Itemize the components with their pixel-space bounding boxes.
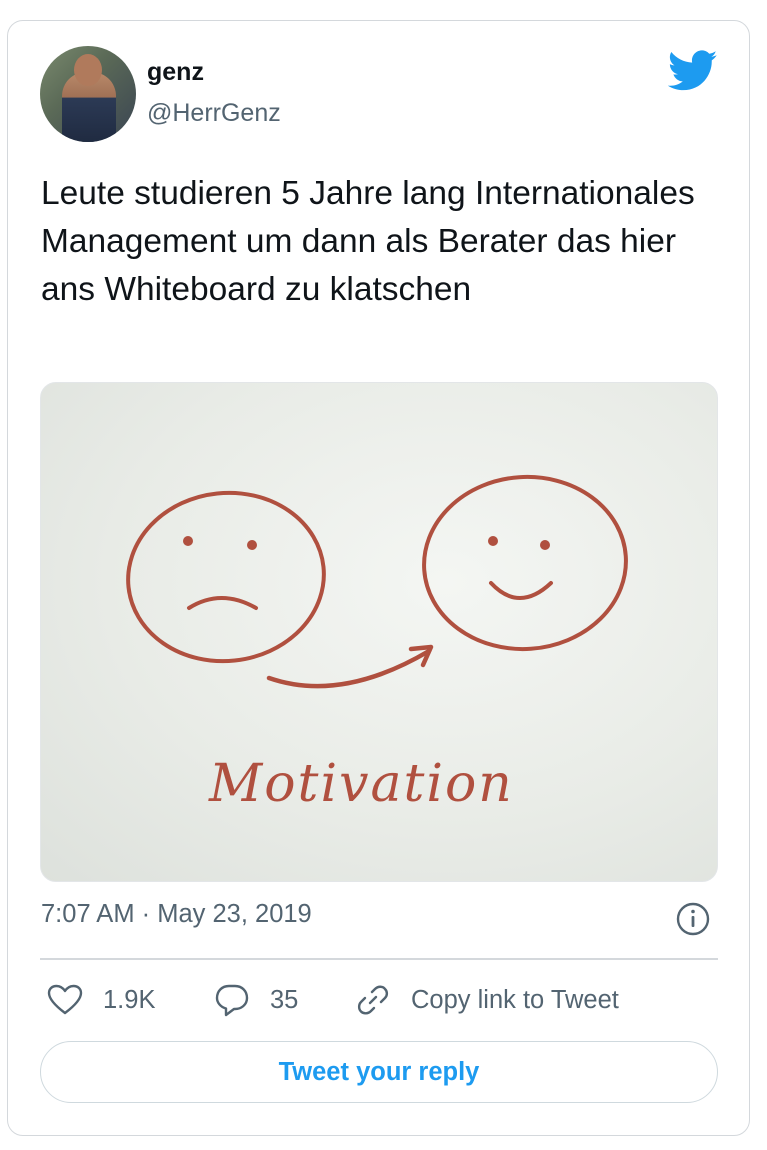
heart-icon — [47, 984, 83, 1015]
speech-bubble-icon — [215, 984, 249, 1017]
arrow-drawing — [266, 644, 434, 689]
info-icon[interactable] — [676, 902, 710, 936]
happy-face-eye-left — [488, 536, 498, 546]
copy-link-button[interactable]: Copy link to Tweet — [355, 982, 619, 1018]
twitter-bird-icon[interactable] — [668, 50, 718, 92]
avatar-head — [74, 54, 102, 86]
happy-face-drawing — [422, 474, 628, 652]
happy-face-eye-right — [540, 540, 550, 550]
tweet-media[interactable]: Motivation — [40, 382, 718, 882]
like-count: 1.9K — [103, 985, 156, 1014]
handwritten-label: Motivation — [208, 754, 514, 814]
whiteboard-drawing: Motivation — [126, 474, 628, 814]
author-handle[interactable]: @HerrGenz — [147, 99, 281, 128]
copy-link-label: Copy link to Tweet — [411, 985, 619, 1014]
tweet-timestamp[interactable]: 7:07 AM · May 23, 2019 — [41, 900, 312, 929]
divider — [40, 958, 718, 960]
like-button[interactable]: 1.9K — [47, 982, 155, 1018]
avatar[interactable] — [40, 46, 136, 142]
author-name[interactable]: genz — [147, 58, 204, 87]
link-icon — [357, 985, 389, 1015]
sad-face-drawing — [126, 490, 326, 664]
sad-face-eye-left — [183, 536, 193, 546]
tweet-your-reply-button[interactable]: Tweet your reply — [40, 1041, 718, 1103]
reply-button[interactable]: 35 — [214, 982, 298, 1018]
sad-face-eye-right — [247, 540, 257, 550]
tweet-text: Leute studieren 5 Jahre lang Internation… — [41, 175, 695, 308]
reply-count: 35 — [270, 985, 299, 1014]
